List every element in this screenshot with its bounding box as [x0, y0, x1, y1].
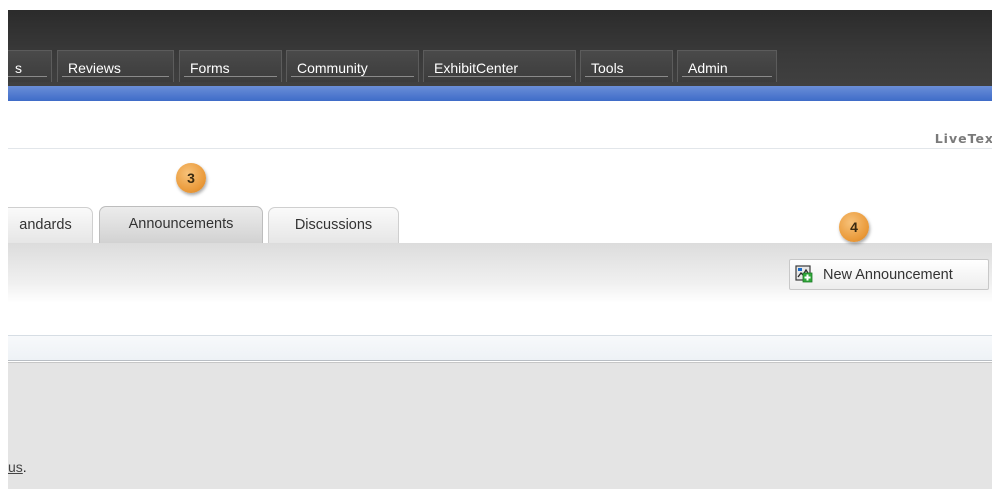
tab-standards[interactable]: andards — [8, 207, 93, 243]
top-navigation-bar: s Reviews Forms Community ExhibitCenter … — [8, 10, 992, 86]
nav-item-reviews[interactable]: Reviews — [57, 50, 174, 82]
brand-header: LiveTex — [8, 101, 992, 149]
accent-bar — [8, 86, 992, 101]
tab-label: Discussions — [294, 217, 373, 233]
nav-item-label: Forms — [190, 60, 230, 76]
new-announcement-button[interactable]: New Announcement — [789, 259, 989, 290]
nav-item-admin[interactable]: Admin — [677, 50, 777, 82]
nav-item-label: Tools — [591, 60, 624, 76]
new-announcement-icon — [795, 265, 813, 283]
nav-item-partial[interactable]: s — [8, 50, 52, 82]
nav-item-community[interactable]: Community — [286, 50, 419, 82]
nav-item-tools[interactable]: Tools — [580, 50, 673, 82]
nav-item-label: s — [15, 60, 22, 76]
announcements-content-panel: us. — [8, 362, 992, 489]
content-link[interactable]: us — [8, 459, 23, 475]
nav-item-label: Admin — [688, 60, 728, 76]
step-marker-3: 3 — [176, 163, 206, 193]
tab-discussions[interactable]: Discussions — [268, 207, 399, 243]
step-marker-4: 4 — [839, 212, 869, 242]
new-announcement-label: New Announcement — [823, 267, 953, 283]
app-window: s Reviews Forms Community ExhibitCenter … — [8, 10, 992, 489]
tab-announcements[interactable]: Announcements — [99, 206, 263, 243]
tab-label: Announcements — [128, 216, 234, 232]
nav-item-exhibitcenter[interactable]: ExhibitCenter — [423, 50, 576, 82]
step-marker-label: 3 — [187, 170, 195, 186]
nav-item-label: ExhibitCenter — [434, 60, 519, 76]
brand-name: LiveTex — [934, 131, 992, 146]
content-text: us. — [8, 459, 27, 475]
step-marker-label: 4 — [850, 219, 858, 235]
content-trailing-text: . — [22, 459, 27, 475]
nav-item-label: Reviews — [68, 60, 121, 76]
tab-label: andards — [19, 217, 72, 233]
section-header-band — [8, 336, 992, 361]
nav-item-label: Community — [297, 60, 368, 76]
nav-item-forms[interactable]: Forms — [179, 50, 282, 82]
